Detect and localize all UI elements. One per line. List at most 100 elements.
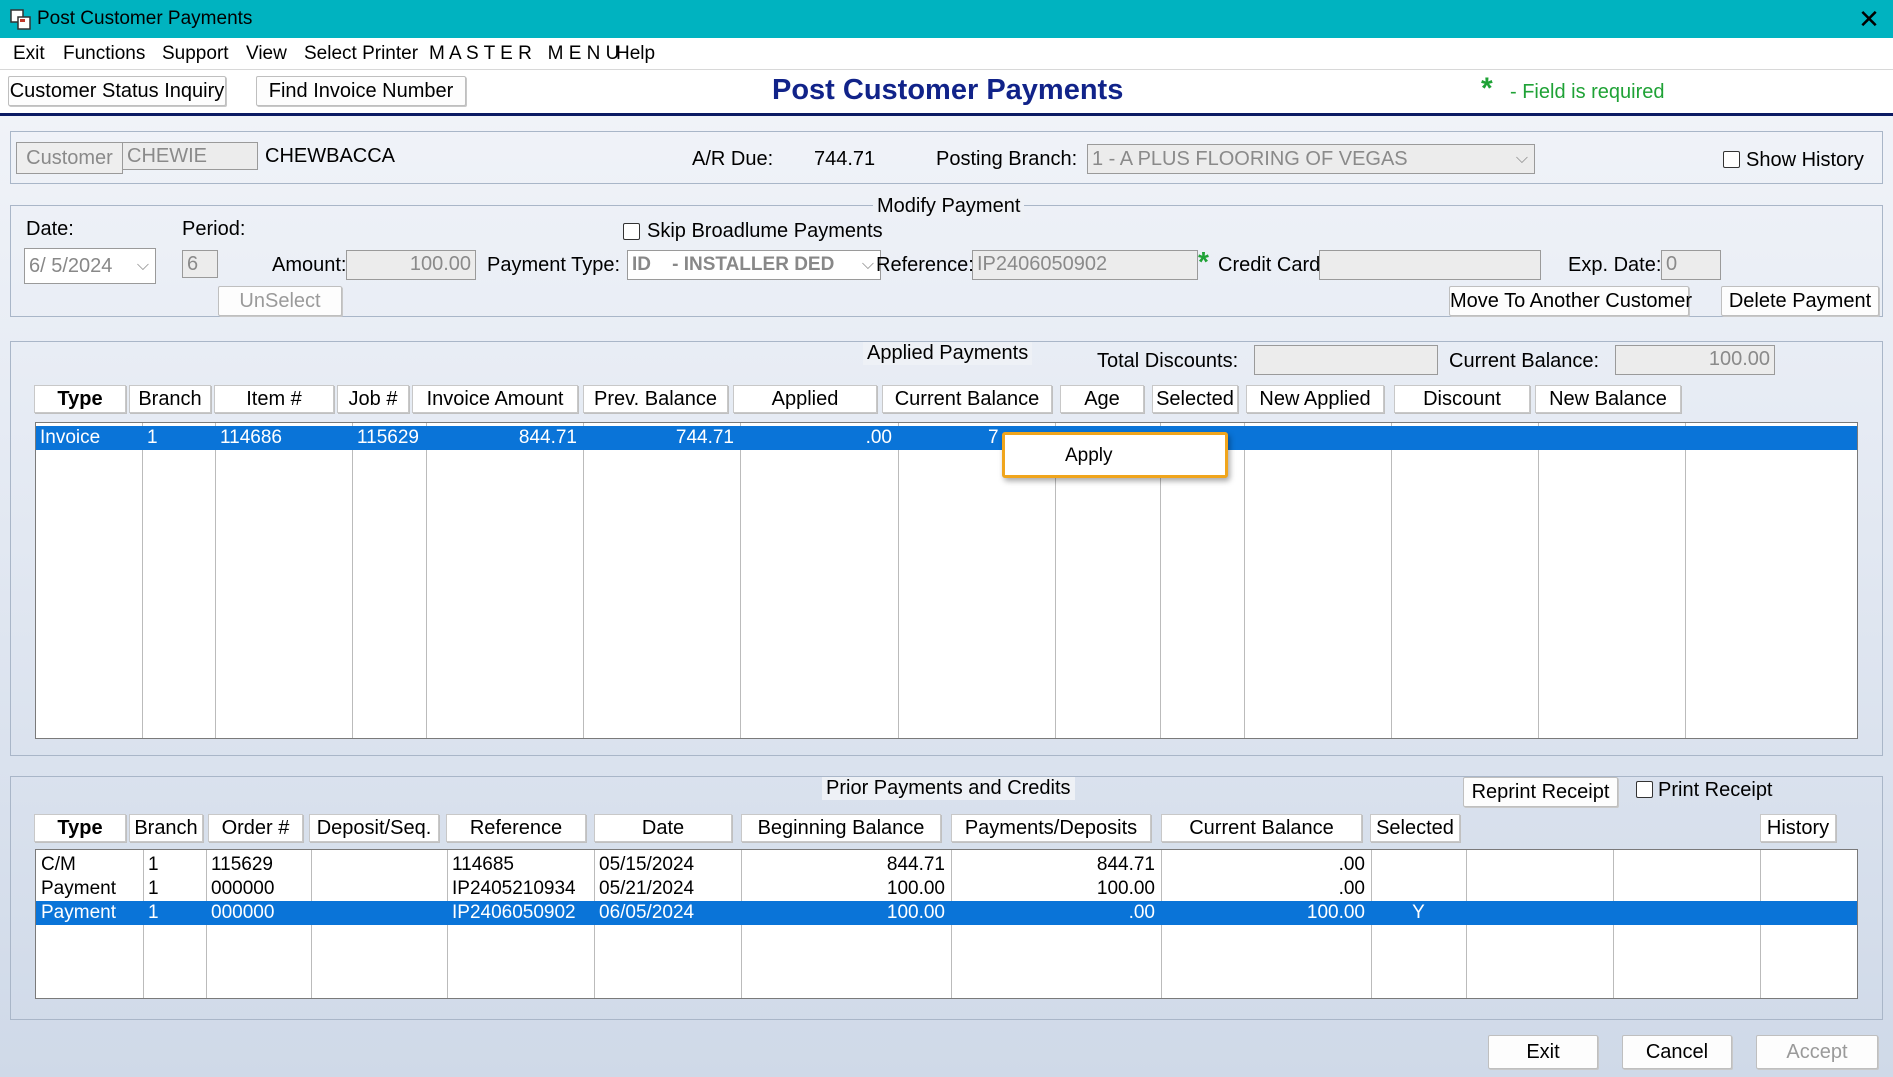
show-history-checkbox[interactable]	[1723, 151, 1740, 168]
find-invoice-button[interactable]: Find Invoice Number	[256, 76, 466, 106]
modify-payment-panel: Modify Payment Date: Period: Skip Broadl…	[10, 195, 1883, 317]
credit-card-field[interactable]	[1319, 250, 1541, 280]
column-header-prev-balance[interactable]: Prev. Balance	[583, 385, 728, 413]
cell-beginning-balance: 844.71	[886, 854, 945, 875]
print-receipt-checkbox[interactable]	[1636, 781, 1653, 798]
exp-date-label: Exp. Date:	[1568, 254, 1662, 276]
show-history-label: Show History	[1746, 149, 1864, 171]
skip-broadlume-checkbox[interactable]	[623, 223, 640, 240]
column-header-selected[interactable]: Selected	[1152, 385, 1238, 413]
cell-order: 000000	[211, 902, 275, 923]
period-field[interactable]: 6	[182, 250, 218, 278]
cell-type: Invoice	[40, 427, 101, 448]
column-header-type[interactable]: Type	[34, 385, 126, 413]
menu-functions[interactable]: Functions	[63, 43, 145, 65]
column-header-branch[interactable]: Branch	[129, 385, 211, 413]
column-header-discount[interactable]: Discount	[1394, 385, 1530, 413]
payment-type-value: ID - INSTALLER DED	[632, 254, 835, 275]
table-row[interactable]: Payment 1 000000 IP2405210934 05/21/2024…	[36, 877, 1857, 901]
reference-field[interactable]: IP2406050902	[972, 250, 1198, 280]
required-star-icon: *	[1198, 246, 1209, 277]
chevron-down-icon: ⌵	[136, 257, 149, 274]
apply-menu-item[interactable]: Apply	[1065, 445, 1113, 467]
column-header-type[interactable]: Type	[34, 814, 126, 842]
amount-field[interactable]: 100.00	[346, 250, 476, 280]
cell-prev-balance: 744.71	[675, 427, 734, 448]
move-to-another-customer-button[interactable]: Move To Another Customer	[1449, 286, 1692, 316]
date-value: 6/ 5/2024	[29, 255, 113, 277]
menu-master-menu[interactable]: M A S T E R M E N U	[429, 43, 619, 65]
cell-order: 000000	[211, 878, 275, 899]
chevron-down-icon: ⌵	[861, 256, 874, 273]
menu-support[interactable]: Support	[162, 43, 229, 65]
unselect-button[interactable]: UnSelect	[218, 286, 342, 316]
cell-branch: 1	[148, 854, 159, 875]
menu-exit[interactable]: Exit	[13, 43, 45, 65]
prior-payments-group-label: Prior Payments and Credits	[822, 777, 1075, 800]
cell-branch: 1	[148, 902, 159, 923]
column-header-item[interactable]: Item #	[214, 385, 334, 413]
cell-order: 115629	[211, 854, 273, 875]
accept-button[interactable]: Accept	[1756, 1035, 1878, 1069]
column-header-date[interactable]: Date	[594, 814, 732, 842]
cell-beginning-balance: 100.00	[886, 878, 945, 899]
skip-broadlume-label: Skip Broadlume Payments	[647, 220, 883, 242]
posting-branch-value: 1 - A PLUS FLOORING OF VEGAS	[1092, 148, 1408, 170]
customer-name: CHEWBACCA	[265, 145, 396, 167]
cell-job: 115629	[357, 427, 419, 448]
column-header-branch[interactable]: Branch	[129, 814, 203, 842]
cell-date: 06/05/2024	[599, 902, 695, 923]
column-header-beginning-balance[interactable]: Beginning Balance	[741, 814, 941, 842]
table-row[interactable]: Invoice 1 114686 115629 844.71 744.71 .0…	[36, 426, 1857, 450]
modify-payment-group-label: Modify Payment	[873, 195, 1025, 218]
column-header-deposit-seq[interactable]: Deposit/Seq.	[309, 814, 439, 842]
current-balance-field: 100.00	[1615, 345, 1775, 375]
reprint-receipt-button[interactable]: Reprint Receipt	[1463, 777, 1618, 807]
prior-payments-grid[interactable]: C/M 1 115629 114685 05/15/2024 844.71 84…	[35, 849, 1858, 999]
amount-label: Amount:	[272, 254, 347, 276]
reference-label: Reference:	[876, 254, 974, 276]
cell-current-balance: .00	[1338, 878, 1365, 899]
menu-select-printer[interactable]: Select Printer	[304, 43, 418, 65]
customer-code-field[interactable]: CHEWIE	[122, 142, 258, 170]
page-title: Post Customer Payments	[772, 74, 1124, 106]
column-header-selected[interactable]: Selected	[1370, 814, 1460, 842]
table-row[interactable]: Payment 1 000000 IP2406050902 06/05/2024…	[36, 901, 1857, 925]
column-header-new-balance[interactable]: New Balance	[1535, 385, 1681, 413]
column-header-reference[interactable]: Reference	[446, 814, 586, 842]
exit-button[interactable]: Exit	[1488, 1035, 1598, 1069]
cell-current-balance: .00	[1338, 854, 1365, 875]
customer-status-inquiry-button[interactable]: Customer Status Inquiry	[8, 76, 226, 106]
total-discounts-label: Total Discounts:	[1097, 350, 1239, 372]
column-header-current-balance[interactable]: Current Balance	[1161, 814, 1362, 842]
close-icon[interactable]: ✕	[1852, 2, 1886, 36]
ar-due-label: A/R Due:	[692, 148, 774, 170]
cell-type: Payment	[41, 902, 116, 923]
cell-selected: Y	[1412, 902, 1425, 923]
column-header-job[interactable]: Job #	[337, 385, 409, 413]
applied-payments-grid[interactable]: Invoice 1 114686 115629 844.71 744.71 .0…	[35, 422, 1858, 739]
menu-help[interactable]: Help	[616, 43, 655, 65]
posting-branch-select[interactable]: 1 - A PLUS FLOORING OF VEGAS ⌵	[1087, 144, 1535, 174]
column-header-age[interactable]: Age	[1060, 385, 1144, 413]
menu-view[interactable]: View	[246, 43, 287, 65]
cell-beginning-balance: 100.00	[886, 902, 945, 923]
column-header-new-applied[interactable]: New Applied	[1246, 385, 1384, 413]
table-row[interactable]: C/M 1 115629 114685 05/15/2024 844.71 84…	[36, 853, 1857, 877]
window-title: Post Customer Payments	[37, 8, 253, 29]
column-header-payments-deposits[interactable]: Payments/Deposits	[951, 814, 1151, 842]
column-header-order[interactable]: Order #	[208, 814, 303, 842]
delete-payment-button[interactable]: Delete Payment	[1721, 286, 1879, 316]
column-header-invoice-amount[interactable]: Invoice Amount	[412, 385, 578, 413]
date-picker[interactable]: 6/ 5/2024 ⌵	[24, 248, 156, 284]
customer-label: Customer	[16, 142, 123, 174]
cancel-button[interactable]: Cancel	[1622, 1035, 1732, 1069]
apply-context-menu: Apply	[1002, 432, 1228, 478]
exp-date-field[interactable]: 0	[1661, 250, 1721, 280]
cell-applied: .00	[865, 427, 892, 448]
column-header-current-balance[interactable]: Current Balance	[882, 385, 1052, 413]
cell-invoice-amount: 844.71	[518, 427, 577, 448]
history-button[interactable]: History	[1760, 814, 1836, 842]
column-header-applied[interactable]: Applied	[733, 385, 877, 413]
payment-type-select[interactable]: ID - INSTALLER DED ⌵	[627, 250, 881, 280]
